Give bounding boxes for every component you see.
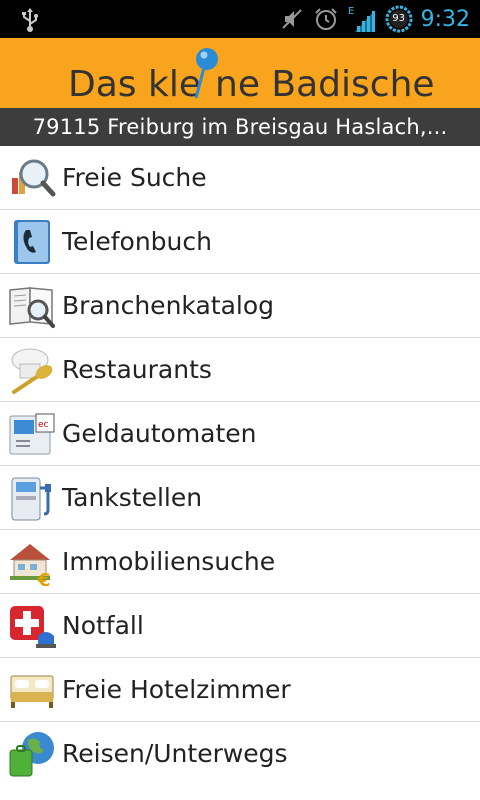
menu-item-freie-hotelzimmer[interactable]: Freie Hotelzimmer bbox=[0, 658, 480, 722]
menu-item-label: Immobiliensuche bbox=[62, 547, 276, 576]
magnifier-chart-icon bbox=[12, 159, 56, 197]
menu-list: Freie Suche Telefonbuch Branchenkatalog bbox=[0, 146, 480, 785]
menu-item-label: Restaurants bbox=[62, 355, 212, 384]
menu-item-immobiliensuche[interactable]: € Immobiliensuche bbox=[0, 530, 480, 594]
phonebook-icon bbox=[14, 220, 50, 264]
location-bar[interactable]: 79115 Freiburg im Breisgau Haslach,... bbox=[0, 108, 480, 146]
hotel-bed-icon bbox=[10, 675, 54, 708]
menu-item-label: Tankstellen bbox=[62, 483, 203, 512]
mute-icon bbox=[281, 9, 302, 29]
fuel-pump-icon bbox=[11, 477, 51, 521]
menu-item-branchenkatalog[interactable]: Branchenkatalog bbox=[0, 274, 480, 338]
usb-icon bbox=[22, 8, 38, 32]
status-bar: E 93 9:32 bbox=[0, 0, 480, 38]
network-type: E bbox=[348, 6, 354, 17]
menu-item-freie-suche[interactable]: Freie Suche bbox=[0, 146, 480, 210]
logo-text-right: ne Badische bbox=[215, 64, 435, 105]
status-time: 9:32 bbox=[420, 6, 470, 32]
menu-item-label: Freie Hotelzimmer bbox=[62, 675, 291, 704]
svg-text:ec: ec bbox=[38, 420, 49, 430]
battery-icon: 93 bbox=[385, 5, 413, 33]
menu-item-label: Branchenkatalog bbox=[62, 291, 274, 320]
location-text: 79115 Freiburg im Breisgau Haslach,... bbox=[32, 115, 448, 139]
logo-text-left: Das kle bbox=[68, 64, 201, 105]
menu-item-label: Freie Suche bbox=[62, 163, 207, 192]
battery-level: 93 bbox=[392, 13, 405, 24]
menu-item-restaurants[interactable]: Restaurants bbox=[0, 338, 480, 402]
menu-item-notfall[interactable]: Notfall bbox=[0, 594, 480, 658]
globe-luggage-icon bbox=[9, 732, 54, 777]
menu-item-label: Geldautomaten bbox=[62, 419, 257, 448]
menu-item-label: Notfall bbox=[62, 611, 144, 640]
emergency-cross-icon bbox=[10, 606, 56, 648]
svg-text:€: € bbox=[37, 570, 51, 586]
house-euro-icon: € bbox=[10, 544, 51, 586]
catalog-magnifier-icon bbox=[9, 287, 55, 328]
app-logo: Das kle ne Badische bbox=[68, 48, 435, 105]
chef-hat-spoon-icon bbox=[11, 348, 53, 394]
menu-item-label: Telefonbuch bbox=[62, 227, 212, 256]
alarm-icon bbox=[314, 8, 337, 30]
signal-icon: E bbox=[348, 6, 375, 32]
menu-item-tankstellen[interactable]: Tankstellen bbox=[0, 466, 480, 530]
atm-icon: ec bbox=[9, 413, 55, 455]
app-header: Das kle ne Badische bbox=[0, 38, 480, 108]
menu-item-reisen-unterwegs[interactable]: Reisen/Unterwegs bbox=[0, 722, 480, 785]
menu-item-label: Reisen/Unterwegs bbox=[62, 739, 288, 768]
menu-item-telefonbuch[interactable]: Telefonbuch bbox=[0, 210, 480, 274]
menu-item-geldautomaten[interactable]: ec Geldautomaten bbox=[0, 402, 480, 466]
